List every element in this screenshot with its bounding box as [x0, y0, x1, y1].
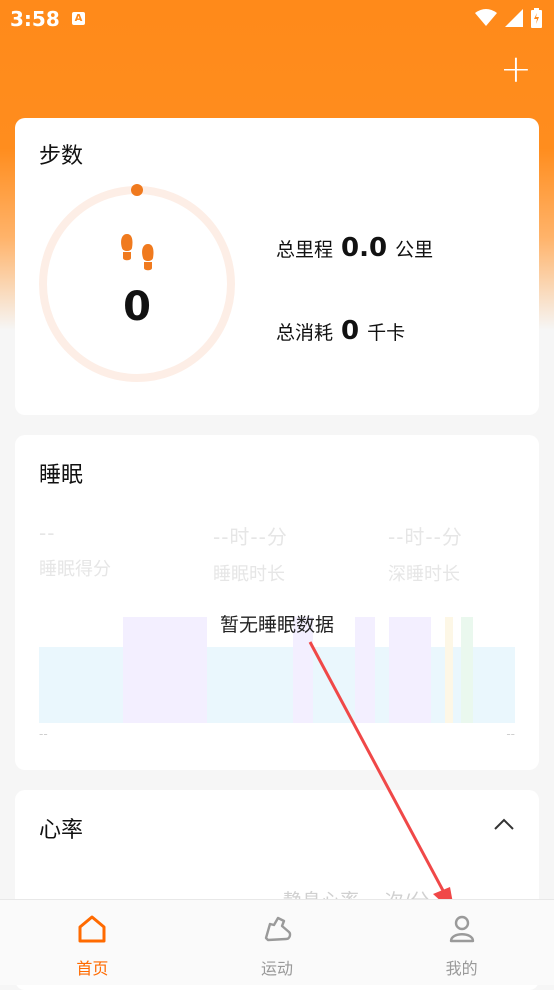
- sleep-empty-message: 暂无睡眠数据: [219, 614, 334, 636]
- notification-icon: A: [72, 12, 85, 25]
- bottom-nav: 首页 运动 我的: [0, 899, 554, 985]
- calories-value: 0: [341, 316, 360, 346]
- status-bar: 3:58 A: [0, 0, 554, 40]
- status-icons: [475, 8, 542, 28]
- nav-home[interactable]: 首页: [0, 900, 185, 985]
- distance-metric: 总里程 0.0 公里: [276, 233, 433, 263]
- steps-title: 步数: [39, 144, 84, 169]
- calories-metric: 总消耗 0 千卡: [276, 316, 405, 346]
- steps-card[interactable]: 步数 0 总里程 0.0 公里 总消耗 0 千卡: [15, 118, 539, 415]
- nav-mine[interactable]: 我的: [369, 900, 554, 985]
- sleep-duration-value: --时--分: [213, 525, 288, 549]
- signal-icon: [505, 9, 523, 27]
- status-time: 3:58: [10, 7, 60, 31]
- deep-sleep-stat: --时--分 深睡时长: [388, 521, 463, 586]
- sleep-duration-stat: --时--分 睡眠时长: [213, 521, 288, 586]
- wifi-icon: [475, 9, 497, 26]
- sleep-score-value: --: [39, 521, 56, 545]
- distance-value: 0.0: [341, 233, 388, 263]
- footprints-icon: [121, 234, 154, 271]
- sleep-score-stat: -- 睡眠得分: [39, 521, 111, 581]
- distance-label: 总里程: [276, 239, 334, 261]
- nav-sport-label: 运动: [261, 959, 294, 978]
- steps-count: 0: [123, 284, 151, 330]
- add-button[interactable]: +: [500, 50, 532, 88]
- calories-unit: 千卡: [367, 322, 406, 344]
- sleep-duration-label: 睡眠时长: [213, 564, 285, 585]
- person-icon: [449, 915, 474, 943]
- nav-home-label: 首页: [76, 959, 109, 978]
- nav-sport[interactable]: 运动: [185, 900, 370, 985]
- sleep-score-label: 睡眠得分: [39, 559, 111, 580]
- distance-unit: 公里: [395, 239, 434, 261]
- deep-sleep-value: --时--分: [388, 525, 463, 549]
- calories-label: 总消耗: [276, 322, 334, 344]
- home-icon: [78, 915, 106, 943]
- nav-mine-label: 我的: [445, 959, 478, 978]
- sleep-axis-end: --: [506, 727, 515, 741]
- sleep-axis-start: --: [39, 727, 48, 741]
- shoe-icon: [264, 916, 292, 942]
- chevron-up-icon[interactable]: [493, 814, 515, 836]
- deep-sleep-label: 深睡时长: [388, 564, 460, 585]
- battery-icon: [531, 8, 542, 28]
- sleep-title: 睡眠: [39, 463, 84, 488]
- heart-rate-title: 心率: [39, 818, 84, 843]
- sleep-card[interactable]: 睡眠 -- 睡眠得分 --时--分 睡眠时长 --时--分 深睡时长 暂无睡眠数…: [15, 435, 539, 770]
- steps-ring: 0: [37, 184, 237, 384]
